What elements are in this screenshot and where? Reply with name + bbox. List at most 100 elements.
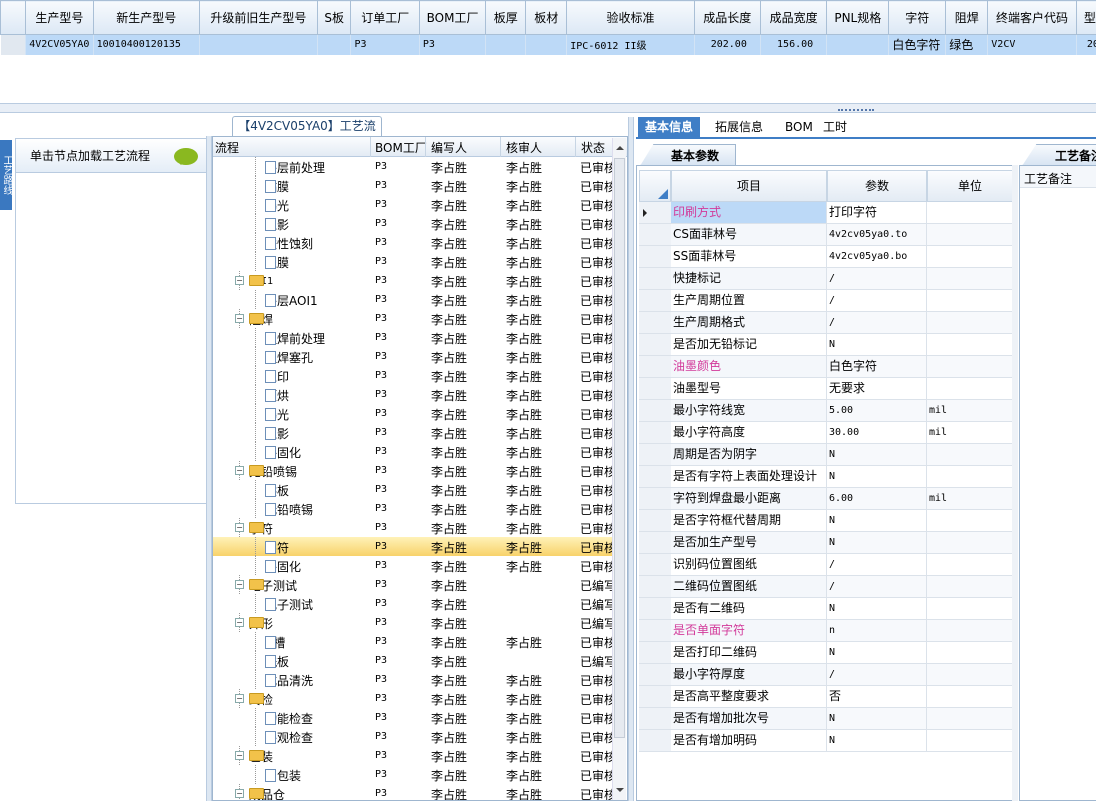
process-row[interactable]: 无铅喷锡 P3 李占胜 李占胜 已审核 (213, 499, 614, 518)
process-row[interactable]: 终固化 P3 李占胜 李占胜 已审核 (213, 556, 614, 575)
param-row[interactable]: 最小字符厚度 / (637, 664, 1013, 686)
param-value[interactable]: 5.00 (827, 400, 927, 422)
process-row[interactable]: 外层AOI1 P3 李占胜 李占胜 已审核 (213, 290, 614, 309)
order-cell-15[interactable]: 2018/9/8 (1076, 34, 1096, 55)
order-cell-11[interactable] (826, 34, 890, 55)
process-row[interactable]: 丝印 P3 李占胜 李占胜 已审核 (213, 366, 614, 385)
process-row[interactable]: 终固化 P3 李占胜 李占胜 已审核 (213, 442, 614, 461)
order-col-15[interactable]: 型号创建 (1075, 0, 1096, 35)
order-cell-5[interactable]: P3 (419, 34, 487, 55)
process-node[interactable]: 字符 (249, 520, 273, 537)
param-row[interactable]: 周期是否为阴字 N (637, 444, 1013, 466)
param-row[interactable]: 最小字符高度 30.00 mil (637, 422, 1013, 444)
process-node[interactable]: 丝印 (265, 368, 289, 385)
param-row[interactable]: 是否有增加批次号 N (637, 708, 1013, 730)
collapse-icon[interactable]: − (235, 314, 244, 323)
param-row[interactable]: 最小字符线宽 5.00 mil (637, 400, 1013, 422)
splitter-grip[interactable] (838, 109, 874, 112)
order-col-4[interactable]: 订单工厂 (350, 0, 420, 35)
process-row[interactable]: 字符 P3 李占胜 李占胜 已审核 (213, 537, 614, 556)
order-col-14[interactable]: 终端客户代码 (987, 0, 1077, 35)
process-row[interactable]: 显影 P3 李占胜 李占胜 已审核 (213, 214, 614, 233)
scroll-up-icon[interactable] (616, 142, 624, 150)
param-row[interactable]: 快捷标记 / (637, 268, 1013, 290)
order-cell-6[interactable] (485, 34, 527, 55)
process-node[interactable]: 内包装 (265, 767, 301, 784)
param-value[interactable]: 30.00 (827, 422, 927, 444)
process-row[interactable]: −终检 P3 李占胜 李占胜 已审核 (213, 689, 614, 708)
process-row[interactable]: −字符 P3 李占胜 李占胜 已审核 (213, 518, 614, 537)
collapse-icon[interactable]: − (235, 751, 244, 760)
param-row[interactable]: 生产周期位置 / (637, 290, 1013, 312)
process-row[interactable]: 曝光 P3 李占胜 李占胜 已审核 (213, 195, 614, 214)
process-row[interactable]: − 成品仓 P3 李占胜 李占胜 已审核 (213, 784, 614, 800)
col-status[interactable]: 状态 (581, 139, 605, 156)
collapse-icon[interactable]: − (235, 580, 244, 589)
param-value[interactable]: 4v2cv05ya0.bo (827, 246, 927, 268)
param-value[interactable]: / (827, 554, 927, 576)
process-row[interactable]: 外层前处理 P3 李占胜 李占胜 已审核 (213, 157, 614, 176)
process-node[interactable]: 电子测试 (249, 577, 297, 594)
tab-work-hours[interactable]: 工时 (816, 117, 854, 139)
process-node[interactable]: 显影 (265, 425, 289, 442)
order-cell-0[interactable]: 4V2CV05YA0 (25, 34, 94, 55)
tab-bom[interactable]: BOM (778, 117, 820, 139)
param-value[interactable]: / (827, 268, 927, 290)
scroll-thumb[interactable] (614, 158, 625, 738)
param-row[interactable]: 是否加生产型号 N (637, 532, 1013, 554)
order-col-8[interactable]: 验收标准 (566, 0, 695, 35)
process-row[interactable]: 电子测试 P3 李占胜 已编写 (213, 594, 614, 613)
param-value[interactable]: 白色字符 (827, 356, 927, 378)
col-param[interactable]: 参数 (827, 170, 927, 202)
order-grid-row[interactable]: 4V2CV05YA0 10010400120135 P3 P3 IPC-6012 II级… (0, 34, 1096, 55)
param-row[interactable]: 识别码位置图纸 / (637, 554, 1013, 576)
process-row[interactable]: −外形 P3 李占胜 已编写 (213, 613, 614, 632)
order-col-6[interactable]: 板厚 (485, 0, 527, 35)
process-node[interactable]: 烘板 (265, 482, 289, 499)
process-node[interactable]: 阻焊塞孔 (265, 349, 313, 366)
process-node[interactable]: 终固化 (265, 444, 301, 461)
process-node[interactable]: 电子测试 (265, 596, 313, 613)
order-cell-14[interactable]: V2CV (987, 34, 1077, 55)
collapse-icon[interactable]: − (235, 276, 244, 285)
process-row[interactable]: −AOI1 P3 李占胜 李占胜 已审核 (213, 271, 614, 290)
param-row[interactable]: 印刷方式 打印字符 (637, 202, 1013, 224)
param-row[interactable]: 是否有字符上表面处理设计 N (637, 466, 1013, 488)
param-value[interactable]: / (827, 576, 927, 598)
param-value[interactable]: n (827, 620, 927, 642)
order-col-2[interactable]: 升级前旧生产型号 (198, 0, 318, 35)
param-value[interactable]: / (827, 290, 927, 312)
order-cell-7[interactable] (525, 34, 568, 55)
process-node[interactable]: 阻焊 (249, 311, 273, 328)
process-node[interactable]: 终检 (249, 691, 273, 708)
param-value[interactable]: 6.00 (827, 488, 927, 510)
param-row[interactable]: 是否有二维码 N (637, 598, 1013, 620)
process-row[interactable]: 烘板 P3 李占胜 李占胜 已审核 (213, 480, 614, 499)
process-node[interactable]: 曝光 (265, 197, 289, 214)
order-cell-10[interactable]: 156.00 (760, 34, 828, 55)
col-reviewer[interactable]: 核审人 (506, 139, 542, 156)
process-node[interactable]: 无铅喷锡 (249, 463, 297, 480)
collapse-icon[interactable]: − (235, 618, 244, 627)
param-value[interactable]: / (827, 312, 927, 334)
process-node[interactable]: 铣板 (265, 653, 289, 670)
param-row[interactable]: 是否加无铅标记 N (637, 334, 1013, 356)
param-value[interactable]: N (827, 598, 927, 620)
param-value[interactable]: N (827, 444, 927, 466)
middle-splitter[interactable] (628, 117, 634, 801)
col-flow[interactable]: 流程 (215, 139, 239, 156)
order-cell-13[interactable]: 绿色 (945, 34, 989, 55)
process-node[interactable]: 成品清洗 (265, 672, 313, 689)
col-author[interactable]: 编写人 (431, 139, 467, 156)
process-node[interactable]: 功能检查 (265, 710, 313, 727)
param-value[interactable]: N (827, 642, 927, 664)
process-node[interactable]: 阻焊前处理 (265, 330, 325, 347)
order-cell-4[interactable]: P3 (350, 34, 420, 55)
param-value[interactable]: 打印字符 (827, 202, 927, 224)
param-row[interactable]: 是否字符框代替周期 N (637, 510, 1013, 532)
param-row[interactable]: 油墨颜色 白色字符 (637, 356, 1013, 378)
process-row[interactable]: V槽 P3 李占胜 李占胜 已审核 (213, 632, 614, 651)
horizontal-splitter[interactable] (0, 103, 1096, 113)
process-scrollbar[interactable] (612, 138, 626, 800)
col-unit[interactable]: 单位 (927, 170, 1013, 202)
